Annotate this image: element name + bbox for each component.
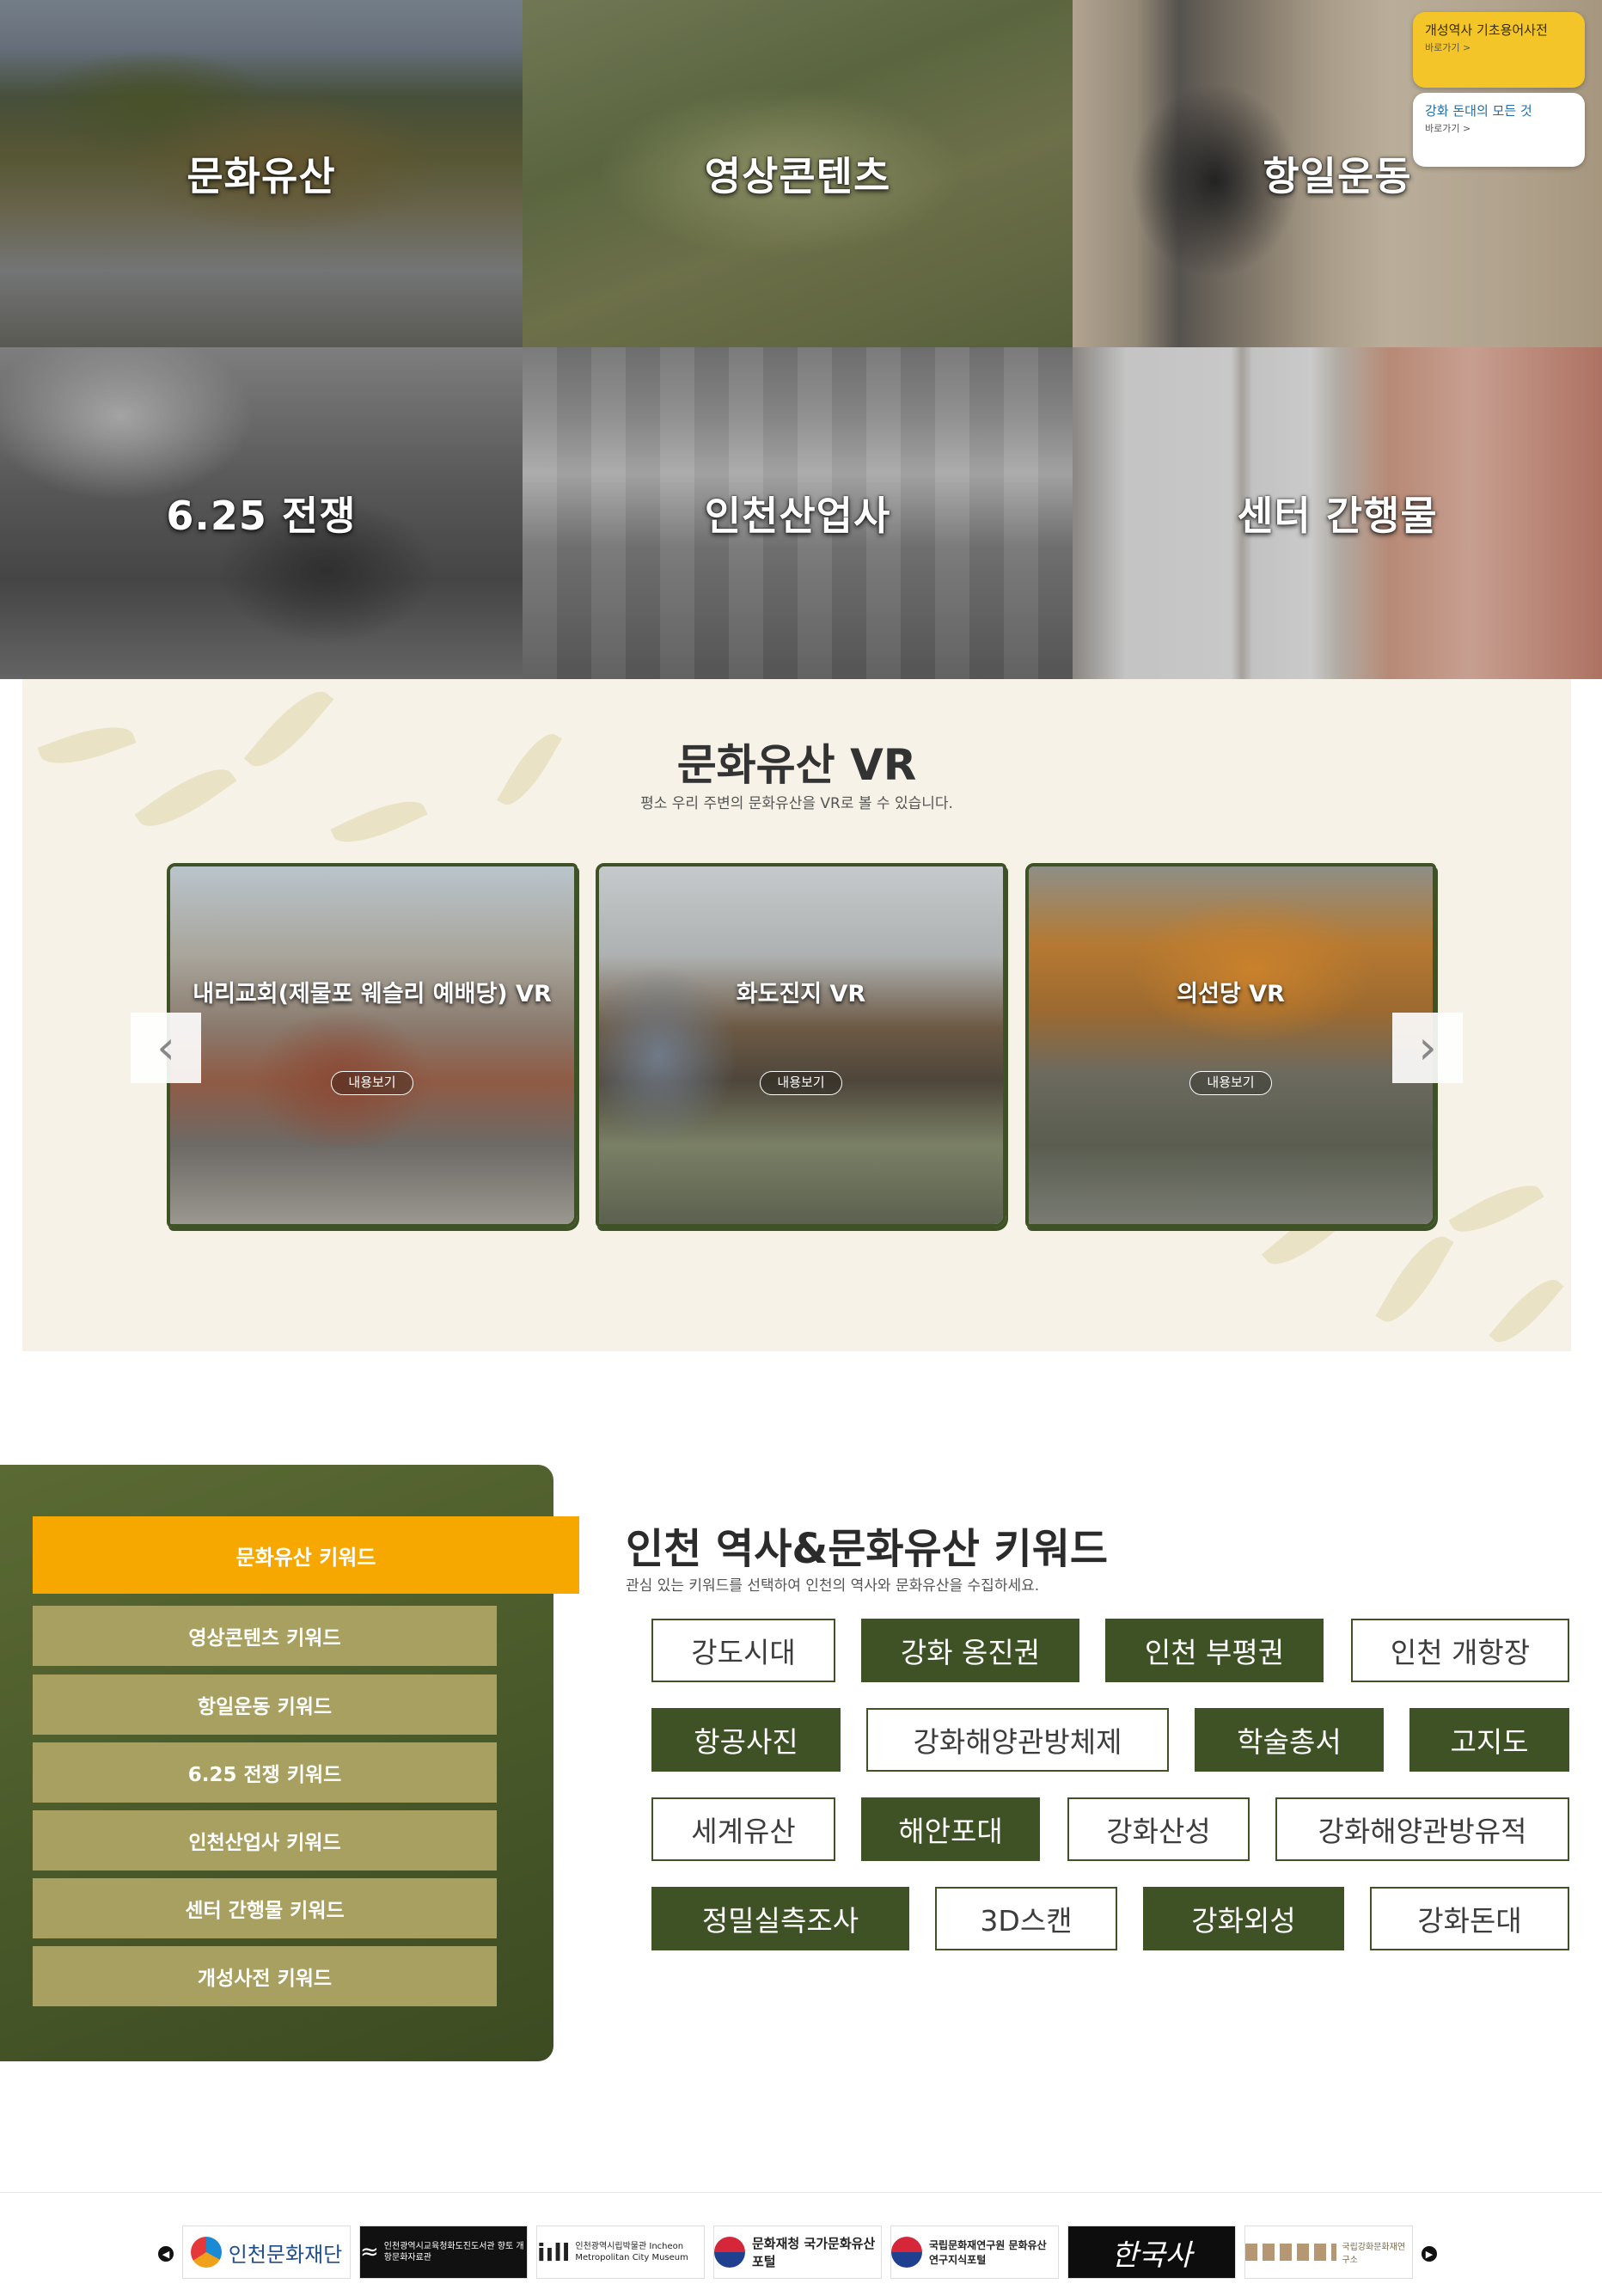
partner-logo-research-portal[interactable]: 국립문화재연구원 문화유산 연구지식포털 [890,2226,1059,2279]
keyword-tab-center-publications[interactable]: 센터 간행물 키워드 [33,1878,497,1938]
partner-logo-label: 문화재청 국가문화유산포털 [752,2236,876,2269]
partner-logo-ganghwa-institute[interactable]: 국립강화문화재연구소 [1244,2226,1413,2279]
category-label: 인천산업사 [704,493,891,539]
keyword-button[interactable]: 강화돈대 [1370,1887,1569,1950]
category-label: 센터 간행물 [1237,493,1438,539]
partner-logo-heritage-portal[interactable]: 문화재청 국가문화유산포털 [713,2226,882,2279]
quick-link-title: 개성역사 기초용어사전 [1425,22,1548,38]
category-grid: 문화유산 영상콘텐츠 항일운동 6.25 전쟁 인천산업사 센터 간행물 개성역… [0,0,1602,679]
vr-card-view-button[interactable]: 내용보기 [1189,1071,1272,1095]
keyword-button[interactable]: 인천 개항장 [1351,1619,1569,1682]
vr-card-uiseondang[interactable]: 의선당 VR 내용보기 [1025,863,1436,1228]
keyword-button[interactable]: 강화해양관방유적 [1275,1797,1569,1861]
partner-logo-label: 인천광역시립박물관 Incheon Metropolitan City Muse… [575,2242,688,2262]
keyword-button[interactable]: 정밀실측조사 [651,1887,909,1950]
keyword-button[interactable]: 고지도 [1409,1708,1569,1772]
vr-prev-button[interactable]: ‹ [131,1013,201,1083]
quick-link-banner: 개성역사 기초용어사전 바로가기 > 강화 돈대의 모든 것 바로가기 > [1413,12,1585,172]
vr-card-title: 화도진지 VR [736,981,866,1007]
keyword-tab-korean-war[interactable]: 6.25 전쟁 키워드 [33,1742,497,1803]
quick-link-title: 강화 돈대의 모든 것 [1425,103,1532,119]
keyword-button[interactable]: 강화외성 [1143,1887,1344,1950]
category-label: 6.25 전쟁 [166,493,357,539]
vr-card-image [1029,866,1433,1224]
keyword-button[interactable]: 학술총서 [1195,1708,1384,1772]
vr-card-image [170,866,574,1224]
partner-logo-korean-history[interactable]: 한국사 [1067,2226,1236,2279]
partner-logo-bar: ◀ 인천문화재단 ≈ 인천광역시교육청화도진도서관 향토 개항문화자료관 iıl… [0,2192,1602,2296]
taegeuk-icon [714,2237,745,2268]
vr-section: 문화유산 VR 평소 우리 주변의 문화유산을 VR로 볼 수 있습니다. ‹ … [22,679,1571,1351]
vr-section-subtitle: 평소 우리 주변의 문화유산을 VR로 볼 수 있습니다. [640,795,953,812]
partner-logo-label: 인천광역시교육청화도진도서관 향토 개항문화자료관 [383,2242,524,2262]
logo-prev-button[interactable]: ◀ [158,2246,174,2262]
keyword-section-title: 인천 역사&문화유산 키워드 [626,1525,1109,1573]
partner-logo-label: 국립문화재연구원 문화유산 연구지식포털 [929,2239,1047,2266]
vr-section-title: 문화유산 VR [676,740,917,790]
category-label: 영상콘텐츠 [704,153,891,199]
vr-card-view-button[interactable]: 내용보기 [760,1071,842,1095]
vr-card-hwadojinji[interactable]: 화도진지 VR 내용보기 [596,863,1006,1228]
keyword-tab-gaeseong-dictionary[interactable]: 개성사전 키워드 [33,1946,497,2006]
vr-card-image [599,866,1003,1224]
taegeuk-icon [891,2237,922,2268]
keyword-tab-cultural-heritage[interactable]: 문화유산 키워드 [33,1516,579,1594]
keyword-tab-video-content[interactable]: 영상콘텐츠 키워드 [33,1606,497,1666]
quick-link-ganghwa-dondae[interactable]: 강화 돈대의 모든 것 바로가기 > [1413,93,1585,167]
category-tile-korean-war[interactable]: 6.25 전쟁 [0,347,523,679]
partner-logo-label: 국립강화문화재연구소 [1342,2243,1406,2265]
partner-logo-hwadojin-library[interactable]: ≈ 인천광역시교육청화도진도서관 향토 개항문화자료관 [359,2226,528,2279]
category-tile-incheon-industry[interactable]: 인천산업사 [523,347,1073,679]
keyword-tab-independence-movement[interactable]: 항일운동 키워드 [33,1675,497,1735]
category-tile-cultural-heritage[interactable]: 문화유산 [0,0,523,347]
keyword-button[interactable]: 항공사진 [651,1708,841,1772]
keyword-tab-panel: 문화유산 키워드 영상콘텐츠 키워드 항일운동 키워드 6.25 전쟁 키워드 … [0,1465,579,2061]
quick-link-more: 바로가기 > [1425,122,1471,134]
quick-link-more: 바로가기 > [1425,41,1471,53]
logo-next-button[interactable]: ▶ [1422,2246,1437,2262]
vr-next-button[interactable]: › [1392,1013,1463,1083]
keyword-button[interactable]: 강화 옹진권 [861,1619,1079,1682]
quick-link-gaeseong-dictionary[interactable]: 개성역사 기초용어사전 바로가기 > [1413,12,1585,88]
chevron-left-icon: ◀ [162,2248,170,2260]
partner-logo-label: 한국사 [1111,2238,1192,2273]
chevron-left-icon: ‹ [156,1020,175,1075]
category-label: 항일운동 [1263,153,1412,199]
leaf-decoration [1375,1227,1454,1332]
vr-card-title: 의선당 VR [1177,981,1285,1007]
leaf-decoration [1489,1270,1564,1351]
keyword-button[interactable]: 해안포대 [861,1797,1040,1861]
vr-card-title: 내리교회(제물포 웨슬리 예배당) VR [193,981,552,1007]
partner-logo-incheon-museum[interactable]: iıll 인천광역시립박물관 Incheon Metropolitan City… [536,2226,705,2279]
library-logo-icon: ≈ [360,2239,379,2265]
partner-logo-label: 인천문화재단 [228,2242,343,2267]
museum-logo-icon: iıll [537,2238,571,2267]
keyword-button[interactable]: 강도시대 [651,1619,835,1682]
keyword-section-description: 관심 있는 키워드를 선택하여 인천의 역사와 문화유산을 수집하세요. [626,1577,1040,1595]
foundation-logo-icon [190,2237,222,2268]
keyword-button[interactable]: 인천 부평권 [1105,1619,1324,1682]
category-tile-video-content[interactable]: 영상콘텐츠 [523,0,1073,347]
keyword-button[interactable]: 강화산성 [1067,1797,1250,1861]
category-label: 문화유산 [186,153,336,199]
leaf-decoration [1448,1172,1544,1245]
category-tile-center-publications[interactable]: 센터 간행물 [1073,347,1602,679]
keyword-button[interactable]: 강화해양관방체제 [866,1708,1169,1772]
keyword-button[interactable]: 세계유산 [651,1797,835,1861]
partner-logo-incheon-foundation[interactable]: 인천문화재단 [182,2226,351,2279]
institute-logo-icon [1245,2244,1337,2261]
vr-card-view-button[interactable]: 내용보기 [331,1071,413,1095]
keyword-button[interactable]: 3D스캔 [935,1887,1117,1950]
keyword-tab-incheon-industry[interactable]: 인천산업사 키워드 [33,1810,497,1870]
chevron-right-icon: › [1418,1020,1437,1075]
chevron-right-icon: ▶ [1425,2248,1434,2260]
vr-card-naeri-church[interactable]: 내리교회(제물포 웨슬리 예배당) VR 내용보기 [167,863,578,1228]
